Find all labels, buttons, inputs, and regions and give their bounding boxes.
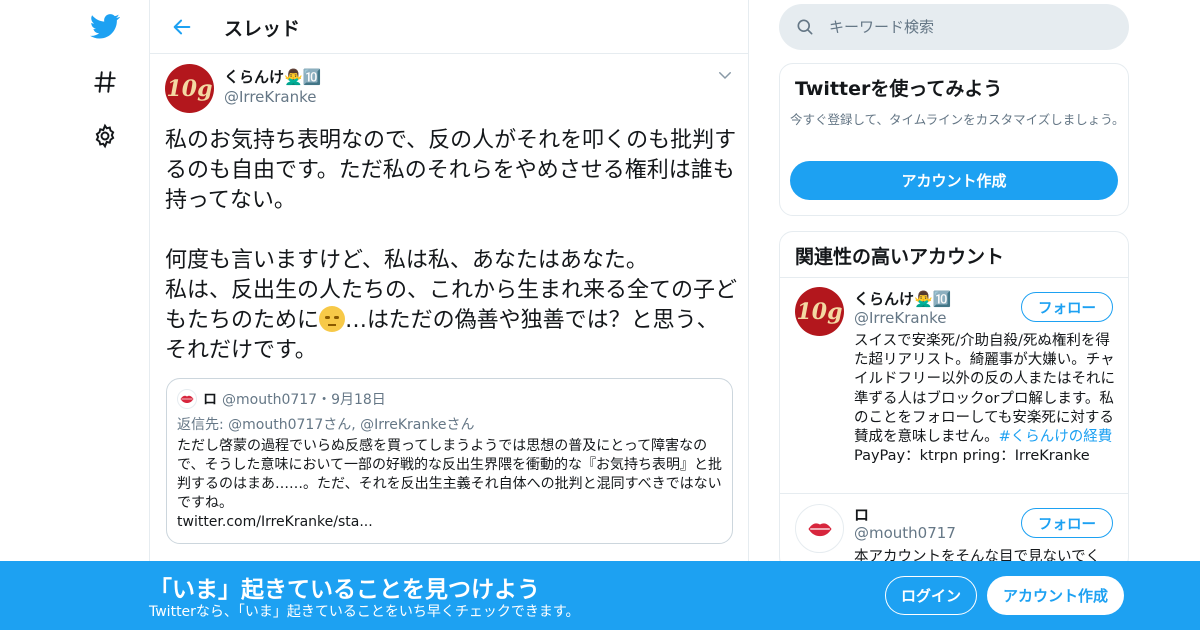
related-account-item[interactable]: ロ @mouth0717 フォロー 本アカウントをそんな目で見ないでく bbox=[780, 494, 1128, 570]
page-title: スレッド bbox=[224, 18, 301, 40]
author-handle[interactable]: @IrreKranke bbox=[224, 88, 316, 106]
bio-hashtag[interactable]: #くらんけの経費 bbox=[999, 429, 1113, 445]
rolling-eyes-emoji-icon bbox=[319, 306, 346, 332]
related-handle[interactable]: @IrreKranke bbox=[854, 309, 946, 327]
twitter-bird-icon[interactable] bbox=[89, 10, 121, 42]
search-input[interactable] bbox=[829, 4, 1109, 50]
quote-body: ただし啓蒙の過程でいらぬ反感を買ってしまうようでは思想の普及にとって障害なので、… bbox=[177, 438, 723, 511]
quoted-tweet[interactable]: ロ @mouth0717・9月18日 返信先: @mouth0717さん, @I… bbox=[166, 378, 733, 544]
quote-author-name: ロ bbox=[203, 392, 217, 408]
avatar[interactable]: 10g bbox=[165, 64, 214, 113]
banner-title: 「いま」起きていることを見つけよう bbox=[149, 577, 540, 603]
lips-icon bbox=[807, 522, 832, 536]
quote-handle-date: @mouth0717・9月18日 bbox=[222, 392, 386, 408]
arrow-left-icon bbox=[173, 19, 191, 35]
tweet-text: 私のお気持ち表明なので、反の人がそれを叩くのも批判するのも自由です。ただ私のそれ… bbox=[165, 126, 740, 366]
related-name[interactable]: ロ bbox=[854, 504, 869, 525]
related-handle[interactable]: @mouth0717 bbox=[854, 524, 956, 542]
try-card-desc: 今すぐ登録して、タイムラインをカスタマイズしましょう。 bbox=[790, 112, 1125, 127]
signup-button[interactable]: アカウント作成 bbox=[790, 161, 1118, 200]
try-twitter-card: Twitterを使ってみよう 今すぐ登録して、タイムラインをカスタマイズしましょ… bbox=[779, 63, 1129, 216]
related-bio-tail: PayPay：ktrpn pring：IrreKranke bbox=[854, 448, 1090, 465]
related-avatar[interactable]: 10g bbox=[795, 287, 844, 336]
quote-link[interactable]: twitter.com/IrreKranke/sta... bbox=[177, 514, 373, 530]
thread-header: スレッド bbox=[150, 0, 748, 54]
related-name[interactable]: くらんけ🙅‍♂️🔟 bbox=[854, 288, 951, 309]
author-name[interactable]: くらんけ🙅‍♂️🔟 bbox=[224, 66, 321, 87]
follow-button[interactable]: フォロー bbox=[1021, 292, 1113, 322]
back-button[interactable] bbox=[168, 13, 196, 41]
gear-icon[interactable] bbox=[89, 120, 121, 152]
chevron-down-icon[interactable] bbox=[716, 66, 734, 84]
main-column: スレッド 10g くらんけ🙅‍♂️🔟 @IrreKranke 私のお気持ち表明な… bbox=[149, 0, 749, 630]
follow-button[interactable]: フォロー bbox=[1021, 508, 1113, 538]
related-header: 関連性の高いアカウント bbox=[780, 232, 1128, 278]
avatar-label: 10g bbox=[166, 75, 213, 102]
related-avatar-label: 10g bbox=[796, 298, 843, 325]
try-card-title: Twitterを使ってみよう bbox=[795, 78, 1003, 100]
banner-subtitle: Twitterなら、「いま」起きていることをいち早くチェックできます。 bbox=[149, 604, 580, 620]
related-title: 関連性の高いアカウント bbox=[795, 246, 1005, 268]
left-nav bbox=[75, 0, 135, 630]
create-account-button[interactable]: アカウント作成 bbox=[987, 576, 1124, 615]
related-bio: スイスで安楽死/介助自殺/死ぬ権利を得た超リアリスト。綺麗事が大嫌い。チャイルド… bbox=[854, 332, 1116, 466]
hashtag-icon[interactable] bbox=[89, 66, 121, 98]
signup-banner: 「いま」起きていることを見つけよう Twitterなら、「いま」起きていることを… bbox=[0, 561, 1200, 630]
login-button[interactable]: ログイン bbox=[885, 576, 977, 615]
quote-avatar bbox=[177, 389, 197, 409]
related-account-item[interactable]: 10g くらんけ🙅‍♂️🔟 @IrreKranke フォロー スイスで安楽死/介… bbox=[780, 278, 1128, 494]
tweet-text-part1: 私のお気持ち表明なので、反の人がそれを叩くのも批判するのも自由です。ただ私のそれ… bbox=[165, 128, 738, 333]
search-icon bbox=[797, 19, 813, 35]
related-accounts-card: 関連性の高いアカウント 10g くらんけ🙅‍♂️🔟 @IrreKranke フォ… bbox=[779, 231, 1129, 571]
quote-reply-to: 返信先: @mouth0717さん, @IrreKrankeさん bbox=[177, 417, 475, 433]
search-bar[interactable] bbox=[779, 4, 1129, 50]
lips-icon bbox=[180, 395, 194, 403]
related-avatar[interactable] bbox=[795, 504, 844, 553]
